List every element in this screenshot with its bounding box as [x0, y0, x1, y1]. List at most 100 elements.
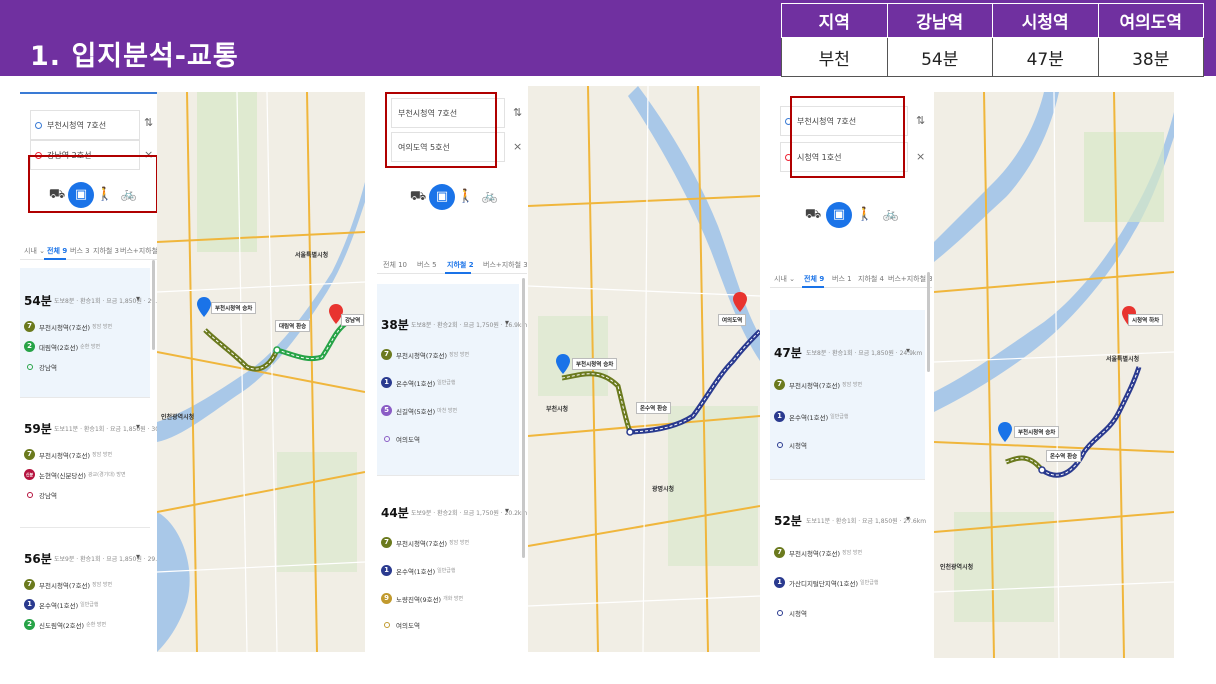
start-pin-icon[interactable] — [197, 297, 211, 317]
route-item[interactable]: 47분 도보8분 · 환승1회 · 요금 1,850원 · 24.9km ▾ 7… — [770, 310, 925, 480]
map-background — [934, 92, 1174, 658]
route-info: 도보9분 · 환승2회 · 요금 1,750원 · 20.2km — [411, 510, 527, 517]
walk-icon[interactable]: 🚶 — [852, 202, 878, 228]
transit-icon[interactable]: ▣ — [826, 202, 852, 228]
route-panel-cityhall: 부천시청역 7호선 ⇅ 시청역 1호선 × ⛟ ▣ 🚶 🚲 시내 ⌄ 전체 9 … — [770, 92, 932, 658]
map-view-yeouido[interactable]: 부천시청역 승차 온수역 환승 여의도역 광명시청 부천시청 — [528, 86, 760, 652]
route-panel-yeouido: 부천시청역 7호선 ⇅ 여의도역 5호선 × ⛟ ▣ 🚶 🚲 전체 10 버스 … — [377, 88, 527, 654]
tab-bus-subway[interactable]: 버스+지하철 3 — [888, 274, 932, 284]
map-view-gangnam[interactable]: 부천시청역 승차 대림역 환승 강남역 서울특별시청 인천광역시청 — [157, 92, 365, 652]
walk-icon[interactable]: 🚶 — [453, 184, 479, 210]
line9-badge: 9 — [381, 593, 392, 604]
route-step: 9 노량진역(9호선) 개화 방면 — [381, 588, 463, 604]
tab-bus[interactable]: 버스 3 — [70, 246, 90, 256]
step-direction: 장암 방면 — [92, 582, 113, 588]
tab-subway[interactable]: 지하철 3 — [93, 246, 119, 256]
car-icon[interactable]: ⛟ — [800, 202, 826, 228]
swap-icon[interactable]: ⇅ — [513, 106, 522, 119]
end-station: 강남역 — [39, 363, 57, 372]
map-view-cityhall[interactable]: 부천시청역 승차 온수역 환승 시청역 하차 서울특별시청 인천광역시청 — [934, 92, 1174, 658]
tab-bus[interactable]: 버스 5 — [417, 260, 437, 270]
line7-badge: 7 — [24, 449, 35, 460]
route-item[interactable]: 52분 도보11분 · 환승1회 · 요금 1,850원 · 27.6km ▾ … — [770, 480, 926, 658]
start-pin-icon[interactable] — [556, 354, 570, 374]
tab-bus-subway[interactable]: 버스+지하철 3 — [483, 260, 527, 270]
tab-bus-subway[interactable]: 버스+지하철 3 — [120, 246, 157, 256]
tab-subway[interactable]: 지하철 4 — [858, 274, 884, 284]
scrollbar[interactable] — [927, 272, 930, 372]
route-end: 여의도역 — [381, 428, 420, 444]
swap-icon[interactable]: ⇅ — [916, 114, 925, 127]
scrollbar[interactable] — [522, 278, 525, 558]
highlight-box — [28, 155, 157, 213]
route-item[interactable]: 56분 도보9분 · 환승1회 · 요금 1,850원 · 29.1km ▾ 7… — [20, 528, 157, 652]
map-background — [157, 92, 365, 652]
bike-icon[interactable]: 🚲 — [878, 202, 904, 228]
tab-bus[interactable]: 버스 1 — [832, 274, 852, 284]
route-step: 7 부천시청역(7호선) 장암 방면 — [774, 542, 862, 558]
expand-icon[interactable]: ▾ — [505, 506, 509, 515]
expand-icon[interactable]: ▾ — [906, 514, 910, 523]
clear-icon[interactable]: × — [513, 140, 522, 153]
end-station: 강남역 — [39, 491, 57, 500]
highlight-box — [385, 92, 497, 168]
route-info: 도보11분 · 환승1회 · 요금 1,850원 · 30.3km — [54, 426, 157, 433]
start-pin-icon[interactable] — [998, 422, 1012, 442]
route-tabs: 전체 10 버스 5 지하철 2 버스+지하철 3 — [377, 252, 527, 274]
route-step: 1 가산디지털단지역(1호선) 일반급행 — [774, 572, 878, 588]
step-station: 부천시청역(7호선) — [39, 451, 91, 460]
step-direction: 일반급행 — [830, 414, 849, 420]
end-dot-icon — [27, 363, 33, 370]
route-filter[interactable]: 시내 ⌄ — [774, 274, 795, 284]
clear-icon[interactable]: × — [916, 150, 925, 163]
start-station-label: 부천시청역 승차 — [1014, 426, 1060, 438]
route-end: 강남역 — [24, 484, 57, 500]
line7-badge: 7 — [381, 537, 392, 548]
route-time: 47분 — [774, 346, 802, 360]
origin-dot-icon — [35, 122, 42, 129]
route-step: 7 부천시청역(7호선) 장암 방면 — [24, 444, 112, 460]
map-place: 서울특별시청 — [295, 252, 329, 259]
end-pin-icon[interactable] — [733, 292, 747, 312]
table-header-row: 지역 강남역 시청역 여의도역 — [781, 2, 1204, 39]
step-direction: 장암 방면 — [449, 540, 470, 546]
expand-icon[interactable]: ▾ — [906, 346, 910, 355]
route-item[interactable]: 59분 도보11분 · 환승1회 · 요금 1,850원 · 30.3km ▾ … — [20, 398, 157, 528]
expand-icon[interactable]: ▾ — [136, 552, 140, 561]
expand-icon[interactable]: ▾ — [136, 422, 140, 431]
map-place: 인천광역시청 — [940, 564, 974, 571]
swap-icon[interactable]: ⇅ — [144, 116, 153, 129]
line2-badge: 2 — [24, 619, 35, 630]
end-station: 시청역 — [789, 441, 807, 450]
route-filter[interactable]: 시내 ⌄ — [24, 246, 45, 256]
step-direction: 순환 방면 — [86, 622, 107, 628]
tab-indicator — [802, 286, 824, 288]
bike-icon[interactable]: 🚲 — [477, 184, 503, 210]
tab-all[interactable]: 전체 10 — [383, 260, 407, 270]
origin-input[interactable]: 부천시청역 7호선 — [30, 110, 140, 140]
panel-top-line — [20, 92, 157, 94]
table-row: 부천 54분 47분 38분 — [781, 37, 1204, 77]
page-title: 1. 입지분석-교통 — [30, 41, 239, 72]
route-time: 56분 — [24, 552, 52, 566]
transit-icon[interactable]: ▣ — [429, 184, 455, 210]
end-dot-icon — [384, 435, 390, 442]
table-header-cell: 지역 — [781, 2, 888, 39]
end-station: 여의도역 — [396, 435, 420, 444]
route-item[interactable]: 54분 도보8분 · 환승1회 · 요금 1,850원 · 29.4km ▾ 7… — [20, 268, 157, 398]
tab-all[interactable]: 전체 9 — [804, 274, 824, 284]
tab-all[interactable]: 전체 9 — [47, 246, 67, 256]
end-dot-icon — [27, 491, 33, 498]
car-icon[interactable]: ⛟ — [405, 184, 431, 210]
expand-icon[interactable]: ▾ — [136, 294, 140, 303]
expand-icon[interactable]: ▾ — [505, 318, 509, 327]
tab-subway[interactable]: 지하철 2 — [447, 260, 474, 270]
scrollbar[interactable] — [152, 260, 155, 350]
route-step: 5 신길역(5호선) 마천 방면 — [381, 400, 457, 416]
route-item[interactable]: 44분 도보9분 · 환승2회 · 요금 1,750원 · 20.2km ▾ 7… — [377, 476, 527, 654]
route-item[interactable]: 38분 도보8분 · 환승2회 · 요금 1,750원 · 16.9km ▾ 7… — [377, 284, 527, 476]
line1-badge: 1 — [381, 565, 392, 576]
route-step: 신분 논현역(신분당선) 광교(경기대) 방면 — [24, 464, 126, 480]
route-info: 도보8분 · 환승1회 · 요금 1,850원 · 24.9km — [806, 350, 923, 357]
line7-badge: 7 — [24, 321, 35, 332]
